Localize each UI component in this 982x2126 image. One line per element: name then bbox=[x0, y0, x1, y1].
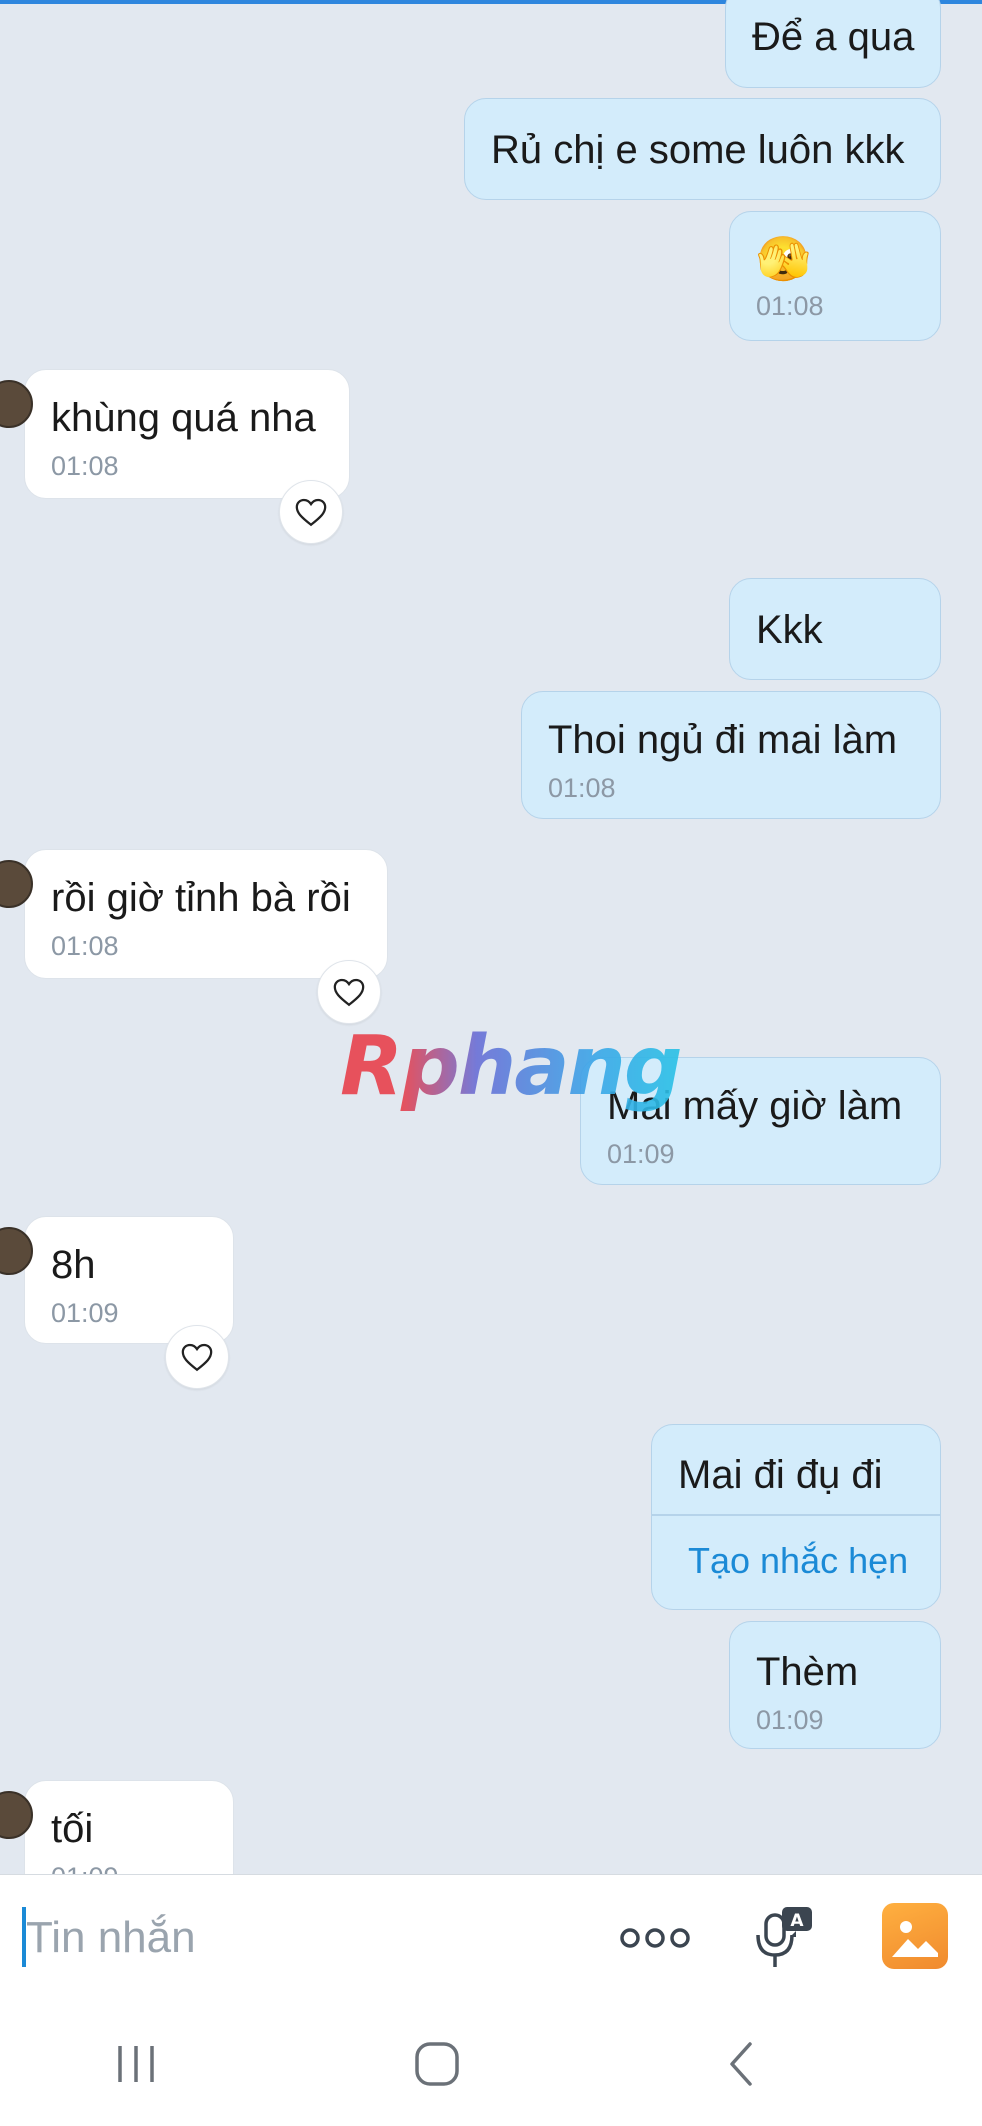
emoji-face-peeking-icon: 🫣 bbox=[756, 235, 811, 284]
message-time: 01:09 bbox=[607, 1139, 675, 1169]
message-incoming[interactable]: rồi giờ tỉnh bà rồi 01:08 bbox=[0, 849, 388, 1024]
image-gallery-icon[interactable] bbox=[882, 1903, 948, 1969]
message-outgoing[interactable]: Để a qua bbox=[725, 0, 941, 88]
svg-text:A: A bbox=[790, 1911, 804, 1931]
avatar[interactable] bbox=[0, 1791, 33, 1839]
message-list[interactable]: Để a qua Rủ chị e some luôn kkk 🫣 01:08 … bbox=[0, 0, 982, 1874]
message-time: 01:08 bbox=[51, 931, 119, 961]
divider bbox=[652, 1514, 940, 1516]
message-incoming[interactable]: khùng quá nha 01:08 bbox=[0, 369, 350, 544]
avatar[interactable] bbox=[0, 380, 33, 428]
message-composer: A bbox=[0, 1874, 982, 2002]
react-heart-button[interactable] bbox=[317, 960, 381, 1024]
message-text: Thoi ngủ đi mai làm bbox=[548, 718, 898, 762]
home-icon[interactable] bbox=[402, 2032, 472, 2096]
avatar[interactable] bbox=[0, 860, 33, 908]
back-icon[interactable] bbox=[708, 2032, 774, 2096]
message-time: 01:08 bbox=[51, 451, 119, 481]
message-outgoing-with-action[interactable]: Mai đi đụ đi Tạo nhắc hẹn bbox=[651, 1424, 941, 1610]
message-text: Thèm bbox=[756, 1650, 859, 1694]
message-text: Mai đi đụ đi bbox=[678, 1453, 883, 1497]
heart-icon bbox=[333, 978, 365, 1007]
heart-icon bbox=[295, 498, 327, 527]
heart-icon bbox=[181, 1343, 213, 1372]
voice-to-text-mic-icon[interactable]: A bbox=[748, 1895, 820, 1981]
system-navigation-bar bbox=[0, 2002, 982, 2126]
message-time: 01:09 bbox=[756, 1705, 824, 1735]
message-time: 01:08 bbox=[756, 291, 824, 321]
recent-apps-icon[interactable] bbox=[100, 2032, 172, 2096]
message-text: Rủ chị e some luôn kkk bbox=[491, 128, 905, 172]
message-text: 8h bbox=[51, 1243, 96, 1287]
message-time: 01:09 bbox=[51, 1861, 207, 1874]
message-input[interactable] bbox=[26, 1903, 586, 1973]
message-text: Để a qua bbox=[752, 15, 915, 59]
message-outgoing[interactable]: 🫣 01:08 bbox=[729, 211, 941, 341]
message-text: tối bbox=[51, 1807, 94, 1851]
message-incoming[interactable]: 8h 01:09 bbox=[0, 1216, 234, 1389]
message-outgoing[interactable]: Kkk bbox=[729, 578, 941, 680]
message-text: rồi giờ tỉnh bà rồi bbox=[51, 876, 351, 920]
message-text: Kkk bbox=[756, 608, 823, 652]
message-time: 01:09 bbox=[51, 1298, 119, 1328]
watermark-logo: Rphang bbox=[340, 1019, 683, 1114]
react-heart-button[interactable] bbox=[279, 480, 343, 544]
react-heart-button[interactable] bbox=[165, 1325, 229, 1389]
more-dots-icon[interactable] bbox=[612, 1905, 698, 1971]
message-outgoing[interactable]: Thèm 01:09 bbox=[729, 1621, 941, 1749]
message-text: khùng quá nha bbox=[51, 396, 316, 440]
message-time: 01:08 bbox=[548, 773, 616, 803]
message-incoming[interactable]: tối 01:09 bbox=[0, 1780, 234, 1874]
message-outgoing[interactable]: Thoi ngủ đi mai làm 01:08 bbox=[521, 691, 941, 819]
avatar[interactable] bbox=[0, 1227, 33, 1275]
create-reminder-link[interactable]: Tạo nhắc hẹn bbox=[688, 1541, 908, 1581]
message-outgoing[interactable]: Rủ chị e some luôn kkk bbox=[464, 98, 941, 200]
